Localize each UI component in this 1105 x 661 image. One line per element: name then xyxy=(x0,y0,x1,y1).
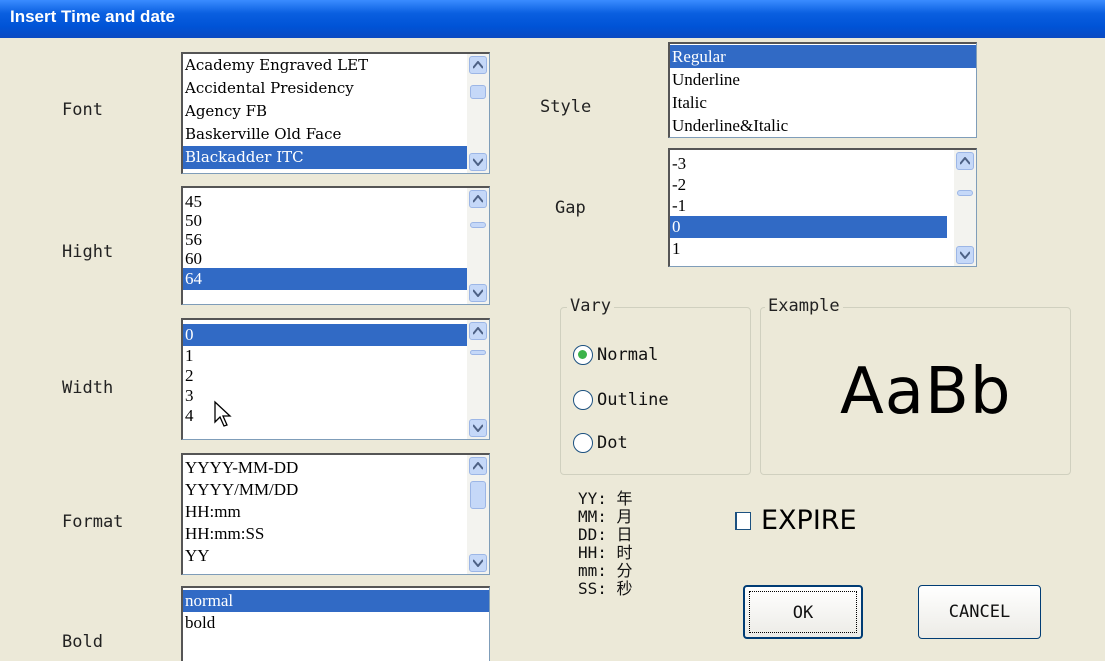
scroll-thumb[interactable] xyxy=(470,222,486,228)
vary-legend: Vary xyxy=(567,296,614,316)
scroll-thumb[interactable] xyxy=(957,190,973,196)
legend-row: YY: 年 xyxy=(578,489,633,508)
format-label: Format xyxy=(62,512,124,532)
scroll-down-icon[interactable] xyxy=(469,554,487,572)
font-label: Font xyxy=(62,100,103,120)
example-legend: Example xyxy=(765,296,843,316)
scroll-thumb[interactable] xyxy=(470,481,486,509)
expire-checkbox[interactable]: EXPIRE xyxy=(735,505,857,536)
scroll-up-icon[interactable] xyxy=(469,190,487,208)
legend-row: MM: 月 xyxy=(578,507,633,526)
list-item[interactable]: -1 xyxy=(670,195,976,216)
scrollbar[interactable] xyxy=(954,150,976,266)
list-item[interactable]: 1 xyxy=(670,238,976,259)
radio-label: Dot xyxy=(597,433,628,453)
list-item-selected[interactable]: 64 xyxy=(183,268,489,290)
radio-icon xyxy=(573,390,593,410)
list-item[interactable]: Italic xyxy=(670,91,976,114)
scroll-up-icon[interactable] xyxy=(469,457,487,475)
legend-row: HH: 时 xyxy=(578,543,633,562)
legend-row: SS: 秒 xyxy=(578,579,633,598)
style-label: Style xyxy=(540,97,592,117)
checkbox-icon xyxy=(735,511,751,530)
list-item[interactable]: Baskerville Old Face xyxy=(183,123,489,146)
cancel-button[interactable]: CANCEL xyxy=(918,585,1041,639)
list-item[interactable]: 60 xyxy=(183,249,489,268)
format-legend: YY: 年 MM: 月 DD: 日 HH: 时 mm: 分 SS: 秒 xyxy=(578,490,633,598)
height-listbox[interactable]: 45 50 56 60 64 xyxy=(181,186,490,305)
list-item[interactable]: Agency FB xyxy=(183,100,489,123)
list-item-selected[interactable]: 0 xyxy=(670,216,947,238)
list-item[interactable]: Accidental Presidency xyxy=(183,77,489,100)
scroll-thumb[interactable] xyxy=(470,85,486,99)
radio-dot[interactable]: Dot xyxy=(573,433,628,453)
legend-row: DD: 日 xyxy=(578,525,633,544)
radio-normal[interactable]: Normal xyxy=(573,345,658,365)
list-item[interactable]: bold xyxy=(183,612,489,634)
cancel-label: CANCEL xyxy=(948,602,1011,622)
format-listbox[interactable]: YYYY-MM-DD YYYY/MM/DD HH:mm HH:mm:SS YY xyxy=(181,453,490,575)
list-item-selected[interactable]: Blackadder ITC xyxy=(183,146,489,169)
radio-selected-icon xyxy=(573,345,593,365)
scroll-thumb[interactable] xyxy=(470,350,486,355)
list-item[interactable]: 1 xyxy=(183,346,489,366)
mouse-cursor-icon xyxy=(213,400,233,432)
list-item[interactable]: Underline&Italic xyxy=(670,114,976,137)
expire-label: EXPIRE xyxy=(761,505,857,536)
list-item[interactable]: YYYY-MM-DD xyxy=(183,457,489,479)
scroll-down-icon[interactable] xyxy=(469,419,487,437)
list-item[interactable]: 50 xyxy=(183,211,489,230)
scroll-up-icon[interactable] xyxy=(469,56,487,74)
window-title: Insert Time and date xyxy=(10,7,176,26)
legend-row: mm: 分 xyxy=(578,561,633,580)
list-item[interactable]: HH:mm:SS xyxy=(183,523,489,545)
ok-button[interactable]: OK xyxy=(743,585,863,639)
list-item[interactable]: 2 xyxy=(183,366,489,386)
scrollbar[interactable] xyxy=(467,320,489,439)
list-item[interactable]: YYYY/MM/DD xyxy=(183,479,489,501)
width-listbox[interactable]: 0 1 2 3 4 xyxy=(181,318,490,440)
style-listbox[interactable]: Regular Underline Italic Underline&Itali… xyxy=(668,42,977,138)
width-label: Width xyxy=(62,378,114,398)
list-item[interactable]: 56 xyxy=(183,230,489,249)
bold-label: Bold xyxy=(62,632,103,652)
scroll-up-icon[interactable] xyxy=(956,152,974,170)
list-item[interactable]: HH:mm xyxy=(183,501,489,523)
height-label: Hight xyxy=(62,242,114,262)
scroll-down-icon[interactable] xyxy=(956,246,974,264)
list-item[interactable]: -3 xyxy=(670,153,976,174)
radio-label: Outline xyxy=(597,390,669,410)
focus-ring xyxy=(749,591,857,633)
scroll-down-icon[interactable] xyxy=(469,153,487,171)
gap-listbox[interactable]: -3 -2 -1 0 1 xyxy=(668,148,977,267)
list-item[interactable]: 45 xyxy=(183,192,489,211)
font-listbox[interactable]: Academy Engraved LET Accidental Presiden… xyxy=(181,52,490,174)
radio-label: Normal xyxy=(597,345,659,365)
gap-label: Gap xyxy=(555,198,586,218)
scrollbar[interactable] xyxy=(467,455,489,574)
list-item[interactable]: Underline xyxy=(670,68,976,91)
scroll-up-icon[interactable] xyxy=(469,322,487,340)
list-item-selected[interactable]: normal xyxy=(183,590,489,612)
title-bar: Insert Time and date xyxy=(0,0,1105,38)
scroll-down-icon[interactable] xyxy=(469,284,487,302)
radio-icon xyxy=(573,433,593,453)
radio-outline[interactable]: Outline xyxy=(573,390,669,410)
list-item[interactable]: YY xyxy=(183,545,489,567)
list-item-selected[interactable]: 0 xyxy=(183,324,489,346)
list-item-selected[interactable]: Regular xyxy=(670,45,976,68)
scrollbar[interactable] xyxy=(467,54,489,173)
scrollbar[interactable] xyxy=(467,188,489,304)
list-item[interactable]: -2 xyxy=(670,174,976,195)
bold-listbox[interactable]: normal bold xyxy=(181,586,490,661)
example-preview: AaBb xyxy=(840,355,1012,429)
list-item[interactable]: Academy Engraved LET xyxy=(183,54,489,77)
